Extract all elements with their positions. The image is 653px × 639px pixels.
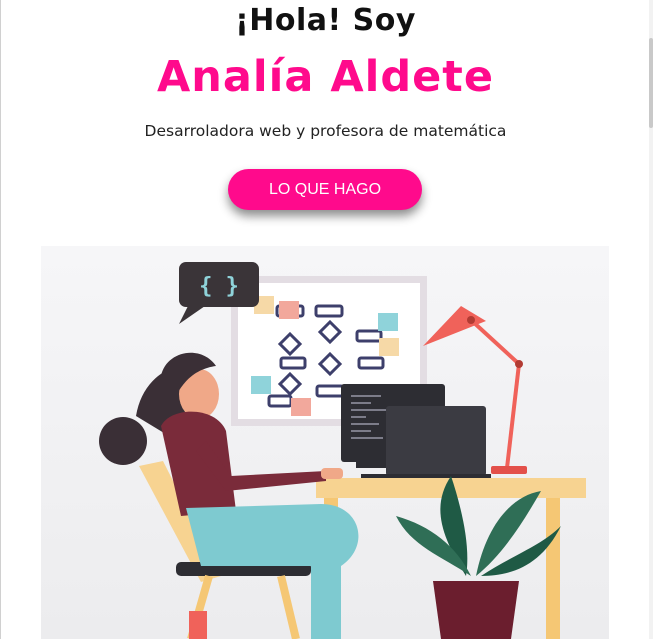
- bubble-braces: { }: [199, 274, 239, 299]
- what-i-do-button[interactable]: LO QUE HAGO: [228, 169, 422, 210]
- subtitle-text: Desarroladora web y profesora de matemát…: [144, 122, 507, 140]
- woman-at-laptop-illustration: { }: [41, 246, 609, 639]
- name-title: Analía Aldete: [156, 52, 495, 102]
- greeting-heading: ¡Hola! Soy: [235, 3, 416, 38]
